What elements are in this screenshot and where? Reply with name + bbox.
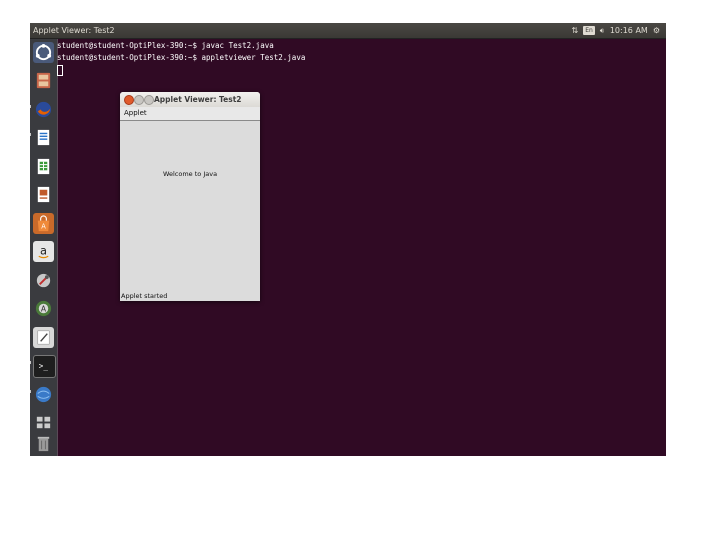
launcher-item-software-center[interactable]: A: [33, 213, 54, 234]
window-title: Applet Viewer: Test2: [33, 26, 115, 35]
running-indicator: [30, 361, 31, 364]
running-indicator: [30, 105, 31, 108]
speaker-volume-icon[interactable]: 🔉︎: [600, 24, 605, 37]
workspace-icon: [36, 416, 51, 429]
launcher-item-writer[interactable]: [33, 127, 54, 148]
maximize-button[interactable]: [144, 95, 154, 105]
applet-title: Applet Viewer: Test2: [154, 95, 242, 104]
svg-text:A: A: [41, 304, 47, 313]
launcher-item-impress[interactable]: [33, 184, 54, 205]
close-button[interactable]: [124, 95, 134, 105]
document-icon: [37, 129, 50, 146]
terminal-prompt-line: [57, 64, 666, 76]
svg-text:a: a: [40, 243, 47, 257]
pencil-icon: [37, 330, 50, 345]
launcher-item-terminal[interactable]: >_: [33, 355, 56, 378]
network-updown-icon[interactable]: ⇅: [572, 24, 579, 37]
top-panel: Applet Viewer: Test2 ⇅ En 🔉︎ 10:16 AM ⚙: [30, 23, 666, 39]
globe-icon: [35, 386, 52, 403]
gear-icon[interactable]: ⚙: [653, 24, 660, 37]
amazon-icon: a: [38, 243, 49, 259]
indicator-area: ⇅ En 🔉︎ 10:16 AM ⚙: [572, 23, 660, 38]
launcher-item-system-settings[interactable]: [33, 270, 54, 291]
trash-icon: [37, 436, 50, 452]
text-cursor: [57, 64, 63, 76]
launcher-item-trash[interactable]: [33, 433, 54, 454]
applet-menu[interactable]: Applet: [124, 107, 147, 120]
running-indicator: [30, 390, 31, 393]
launcher-item-files[interactable]: [33, 70, 54, 91]
launcher-item-java[interactable]: [33, 384, 54, 405]
applet-status: Applet started: [121, 292, 168, 300]
file-cabinet-icon: [36, 72, 51, 89]
welcome-message: Welcome to Java: [162, 170, 218, 178]
firefox-icon: [35, 101, 52, 118]
applet-titlebar[interactable]: Applet Viewer: Test2: [120, 92, 260, 108]
terminal-line: student@student-OptiPlex-390:~$ appletvi…: [57, 53, 306, 62]
launcher-item-text-editor[interactable]: [33, 327, 54, 348]
clock[interactable]: 10:16 AM: [610, 24, 648, 37]
launcher-item-workspaces[interactable]: [33, 412, 54, 433]
applet-canvas: Welcome to Java: [120, 121, 260, 291]
presentation-icon: [37, 186, 50, 203]
ubuntu-logo-icon: [35, 43, 52, 61]
terminal-line: student@student-OptiPlex-390:~$ javac Te…: [57, 41, 274, 50]
svg-text:>_: >_: [39, 361, 49, 370]
update-icon: A: [35, 300, 52, 317]
launcher: A a A >_: [30, 39, 58, 456]
spreadsheet-icon: [37, 158, 50, 175]
keyboard-layout-indicator[interactable]: En: [583, 26, 595, 35]
launcher-item-firefox[interactable]: [33, 99, 54, 120]
launcher-item-update-manager[interactable]: A: [33, 298, 54, 319]
launcher-item-dash-home[interactable]: [33, 42, 54, 63]
launcher-item-amazon[interactable]: a: [33, 241, 54, 262]
launcher-item-calc[interactable]: [33, 156, 54, 177]
terminal-icon: >_: [39, 361, 49, 370]
applet-menubar: Applet: [120, 107, 260, 121]
shopping-bag-icon: A: [37, 215, 50, 232]
applet-viewer-window[interactable]: Applet Viewer: Test2 Applet Welcome to J…: [120, 92, 260, 301]
minimize-button[interactable]: [134, 95, 144, 105]
wrench-icon: [36, 273, 51, 288]
running-indicator: [30, 133, 31, 136]
svg-text:A: A: [41, 222, 46, 230]
